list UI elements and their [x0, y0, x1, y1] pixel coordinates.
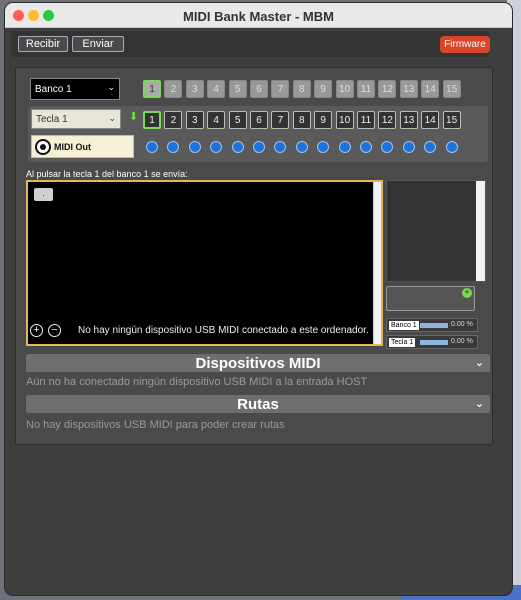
key-row: Tecla 1 ⌄ ⬇ 1 2 3 4 5 6 7 8 9 10 11 12 13 14 15 MIDI O… — [28, 106, 488, 162]
key-progress-value: 0.00 % — [451, 338, 473, 345]
chevron-down-icon: ⌄ — [107, 82, 115, 92]
send-button[interactable]: Enviar — [72, 36, 124, 52]
bank-button-3[interactable]: 3 — [185, 80, 204, 98]
midi-out-label: MIDI Out — [54, 141, 91, 152]
key-led-4[interactable] — [210, 141, 223, 153]
midi-out-panel[interactable]: MIDI Out — [31, 135, 134, 158]
bank-button-15[interactable]: 15 — [442, 80, 461, 98]
bank-select-value: Banco 1 — [35, 83, 72, 95]
routes-section-title: Rutas — [237, 395, 279, 413]
bank-button-5[interactable]: 5 — [228, 80, 247, 98]
title-bar: MIDI Bank Master - MBM — [5, 3, 512, 28]
usb-status-text: No hay ningún dispositivo USB MIDI conec… — [78, 325, 369, 336]
key-button-13[interactable]: 13 — [399, 111, 418, 129]
key-led-10[interactable] — [338, 141, 351, 153]
midi-din-icon — [35, 139, 51, 155]
bank-progress-value: 0.00 % — [451, 321, 473, 328]
key-button-10[interactable]: 10 — [335, 111, 354, 129]
add-device-button[interactable]: + — [30, 324, 43, 337]
key-button-7[interactable]: 7 — [271, 111, 290, 129]
window-title: MIDI Bank Master - MBM — [183, 9, 334, 24]
receive-button[interactable]: Recibir — [18, 36, 68, 52]
bank-button-7[interactable]: 7 — [271, 80, 290, 98]
chevron-down-icon: ⌄ — [474, 357, 484, 369]
key-led-3[interactable] — [188, 141, 201, 153]
firmware-button[interactable]: Firmware — [440, 36, 490, 53]
key-button-4[interactable]: 4 — [207, 111, 226, 129]
plus-icon[interactable]: + — [462, 288, 472, 298]
editor-label: Al pulsar la tecla 1 del banco 1 se enví… — [26, 169, 188, 179]
bank-button-8[interactable]: 8 — [292, 80, 311, 98]
devices-section-title: Dispositivos MIDI — [195, 354, 321, 372]
key-button-15[interactable]: 15 — [442, 111, 461, 129]
key-led-1[interactable] — [146, 141, 158, 153]
routes-section-message: No hay dispositivos USB MIDI para poder … — [26, 419, 285, 431]
bank-button-13[interactable]: 13 — [399, 80, 418, 98]
editor-scrollbar[interactable] — [373, 182, 381, 344]
key-led-15[interactable] — [445, 141, 458, 153]
bank-button-9[interactable]: 9 — [314, 80, 333, 98]
key-progress-bar — [420, 340, 448, 345]
key-button-3[interactable]: 3 — [185, 111, 204, 129]
key-select[interactable]: Tecla 1 ⌄ — [31, 109, 121, 129]
key-button-8[interactable]: 8 — [292, 111, 311, 129]
key-led-6[interactable] — [253, 141, 265, 153]
key-button-2[interactable]: 2 — [164, 111, 183, 129]
message-list[interactable] — [386, 180, 486, 282]
bank-progress: Banco 1 0.00 % — [386, 318, 478, 332]
key-led-12[interactable] — [381, 141, 394, 153]
key-led-7[interactable] — [274, 141, 287, 153]
routes-section-header[interactable]: Rutas ⌄ — [26, 395, 490, 413]
bank-button-1[interactable]: 1 — [143, 80, 161, 98]
key-button-9[interactable]: 9 — [314, 111, 333, 129]
devices-section-header[interactable]: Dispositivos MIDI ⌄ — [26, 354, 490, 372]
message-tag[interactable]: . — [34, 188, 53, 201]
key-led-8[interactable] — [295, 141, 308, 153]
key-select-value: Tecla 1 — [36, 113, 68, 125]
message-list-scrollbar[interactable] — [476, 181, 485, 281]
bank-button-10[interactable]: 10 — [335, 80, 354, 98]
key-led-9[interactable] — [317, 141, 330, 153]
bank-select[interactable]: Banco 1 ⌄ — [30, 78, 120, 100]
key-button-5[interactable]: 5 — [228, 111, 247, 129]
download-icon[interactable]: ⬇ — [129, 110, 138, 123]
bank-button-14[interactable]: 14 — [421, 80, 440, 98]
key-button-6[interactable]: 6 — [250, 111, 268, 129]
key-progress: Tecla 1 0.00 % — [386, 335, 478, 349]
devices-section-message: Aún no ha conectado ningún dispositivo U… — [26, 376, 368, 388]
bank-progress-bar — [420, 323, 448, 328]
key-progress-label: Tecla 1 — [389, 338, 416, 347]
chevron-down-icon: ⌄ — [108, 113, 116, 123]
chevron-down-icon: ⌄ — [474, 398, 484, 410]
key-led-14[interactable] — [424, 141, 437, 153]
bank-button-6[interactable]: 6 — [250, 80, 268, 98]
bank-progress-label: Banco 1 — [389, 321, 419, 330]
key-button-1[interactable]: 1 — [143, 111, 161, 129]
bank-button-11[interactable]: 11 — [357, 80, 375, 98]
key-button-12[interactable]: 12 — [378, 111, 397, 129]
add-message-box[interactable]: + — [386, 286, 475, 311]
key-led-13[interactable] — [402, 141, 415, 153]
bank-button-4[interactable]: 4 — [207, 80, 226, 98]
key-button-14[interactable]: 14 — [421, 111, 440, 129]
key-led-5[interactable] — [231, 141, 244, 153]
message-editor[interactable]: . — [26, 180, 383, 346]
app-window: MIDI Bank Master - MBM Recibir Enviar Fi… — [5, 3, 512, 595]
bank-button-12[interactable]: 12 — [378, 80, 397, 98]
key-led-2[interactable] — [167, 141, 180, 153]
key-led-11[interactable] — [360, 141, 372, 153]
toolbar: Recibir Enviar Firmware — [11, 31, 490, 57]
remove-device-button[interactable]: − — [48, 324, 61, 337]
bank-button-2[interactable]: 2 — [164, 80, 183, 98]
main-panel: Banco 1 ⌄ 1 2 3 4 5 6 7 8 9 10 11 12 13 14 15 Tecla 1 … — [15, 67, 493, 445]
key-button-11[interactable]: 11 — [357, 111, 375, 129]
